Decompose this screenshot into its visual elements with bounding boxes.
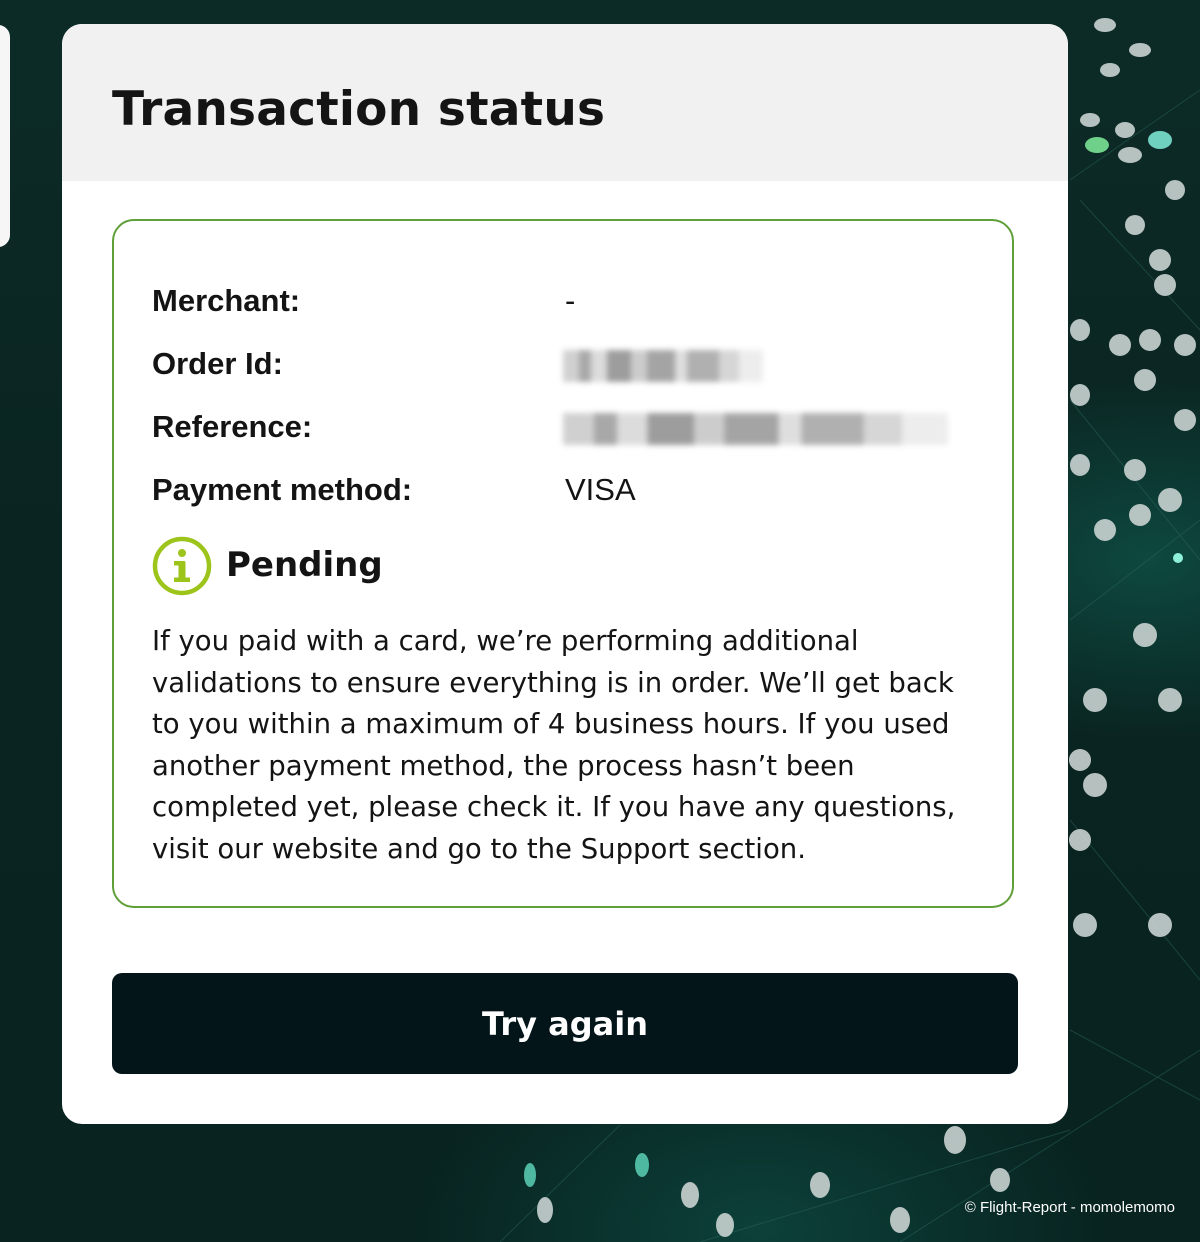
merchant-value: - xyxy=(565,283,576,318)
merchant-label: Merchant: xyxy=(152,283,301,318)
info-icon xyxy=(152,536,212,596)
side-panel-edge xyxy=(0,25,10,247)
page-title: Transaction status xyxy=(112,82,606,137)
card-header: Transaction status xyxy=(62,24,1068,181)
payment-method-value: VISA xyxy=(565,472,636,507)
watermark: © Flight-Report - momolemomo xyxy=(964,1199,1175,1216)
reference-value-redacted xyxy=(563,413,948,445)
pending-status: Pending xyxy=(152,536,652,598)
transaction-status-card: Transaction status Merchant: - Order Id:… xyxy=(62,24,1068,1124)
status-label: Pending xyxy=(226,545,383,585)
order-id-row: Order Id: xyxy=(152,346,952,386)
reference-row: Reference: xyxy=(152,409,952,449)
transaction-details-box: Merchant: - Order Id: Reference: Payment… xyxy=(112,219,1014,908)
merchant-row: Merchant: - xyxy=(152,283,952,323)
status-message: If you paid with a card, we’re performin… xyxy=(152,625,956,865)
order-id-value-redacted xyxy=(563,350,763,382)
payment-method-label: Payment method: xyxy=(152,472,413,507)
try-again-button[interactable]: Try again xyxy=(112,973,1018,1074)
payment-method-row: Payment method: VISA xyxy=(152,472,952,512)
reference-label: Reference: xyxy=(152,409,313,444)
order-id-label: Order Id: xyxy=(152,346,283,381)
